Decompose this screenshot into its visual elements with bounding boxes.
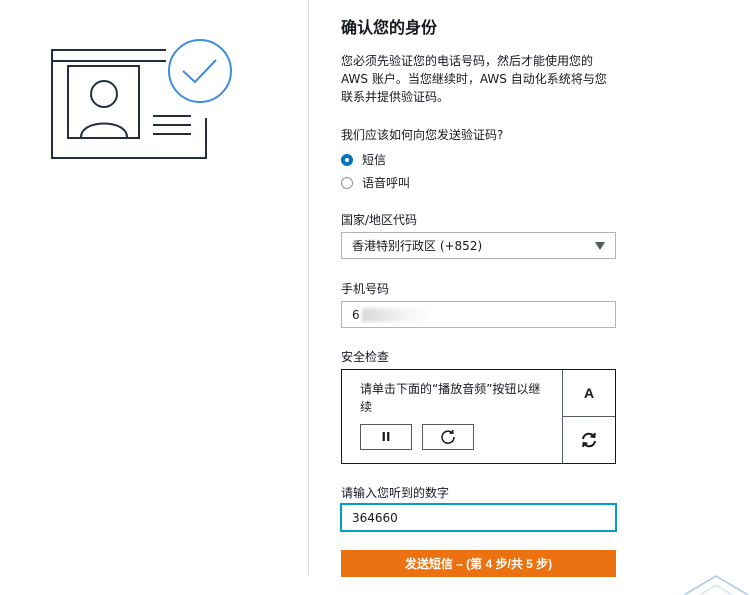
code-value: 364660 (352, 510, 398, 525)
vertical-divider (308, 0, 309, 575)
phone-label: 手机号码 (341, 282, 390, 296)
phone-value: 6 (352, 307, 360, 322)
decorative-shape-icon (683, 575, 749, 595)
captcha-side: A (562, 370, 615, 463)
visual-captcha-button[interactable]: A (563, 370, 615, 416)
captcha-controls: II (360, 424, 474, 450)
reload-icon (441, 429, 455, 444)
font-toggle-icon: A (583, 385, 595, 401)
radio-sms-label: 短信 (362, 153, 387, 167)
refresh-icon (582, 432, 596, 448)
phone-redaction-blur (361, 307, 432, 322)
caret-down-icon (595, 241, 605, 250)
radio-sms-selected-indicator[interactable] (341, 153, 353, 166)
country-label: 国家/地区代码 (341, 213, 418, 227)
method-question: 我们应该如何向您发送验证码? (341, 128, 504, 142)
page-description: 您必须先验证您的电话号码，然后才能使用您的 AWS 账户。当您继续时，AWS 自… (341, 54, 607, 104)
page-title: 确认您的身份 (341, 18, 438, 37)
security-check-label: 安全检查 (341, 350, 390, 364)
captcha-main: 请单击下面的“播放音频”按钮以继续 II (342, 370, 562, 463)
audio-captcha: 请单击下面的“播放音频”按钮以继续 II A (341, 369, 616, 464)
refresh-captcha-button[interactable] (563, 416, 615, 463)
replay-audio-button[interactable] (422, 424, 474, 450)
country-code-select[interactable]: 香港特别行政区 (+852) (341, 232, 616, 259)
pause-icon: II (381, 430, 391, 444)
id-card-icon (51, 39, 232, 159)
code-label: 请输入您听到的数字 (341, 486, 450, 500)
send-sms-button[interactable]: 发送短信 – (第 4 步/共 5 步) (341, 550, 616, 577)
radio-sms[interactable]: 短信 (341, 151, 386, 168)
radio-voice-call-indicator[interactable] (341, 176, 353, 189)
phone-input[interactable]: 6 (341, 301, 616, 328)
radio-voice-call[interactable]: 语音呼叫 (341, 174, 410, 191)
country-code-value: 香港特别行政区 (+852) (352, 239, 483, 253)
code-input[interactable]: 364660 (341, 504, 616, 531)
radio-voice-call-label: 语音呼叫 (362, 176, 411, 190)
captcha-instruction: 请单击下面的“播放音频”按钮以继续 (360, 382, 541, 414)
pause-audio-button[interactable]: II (360, 424, 412, 450)
id-card-illustration (48, 36, 238, 166)
